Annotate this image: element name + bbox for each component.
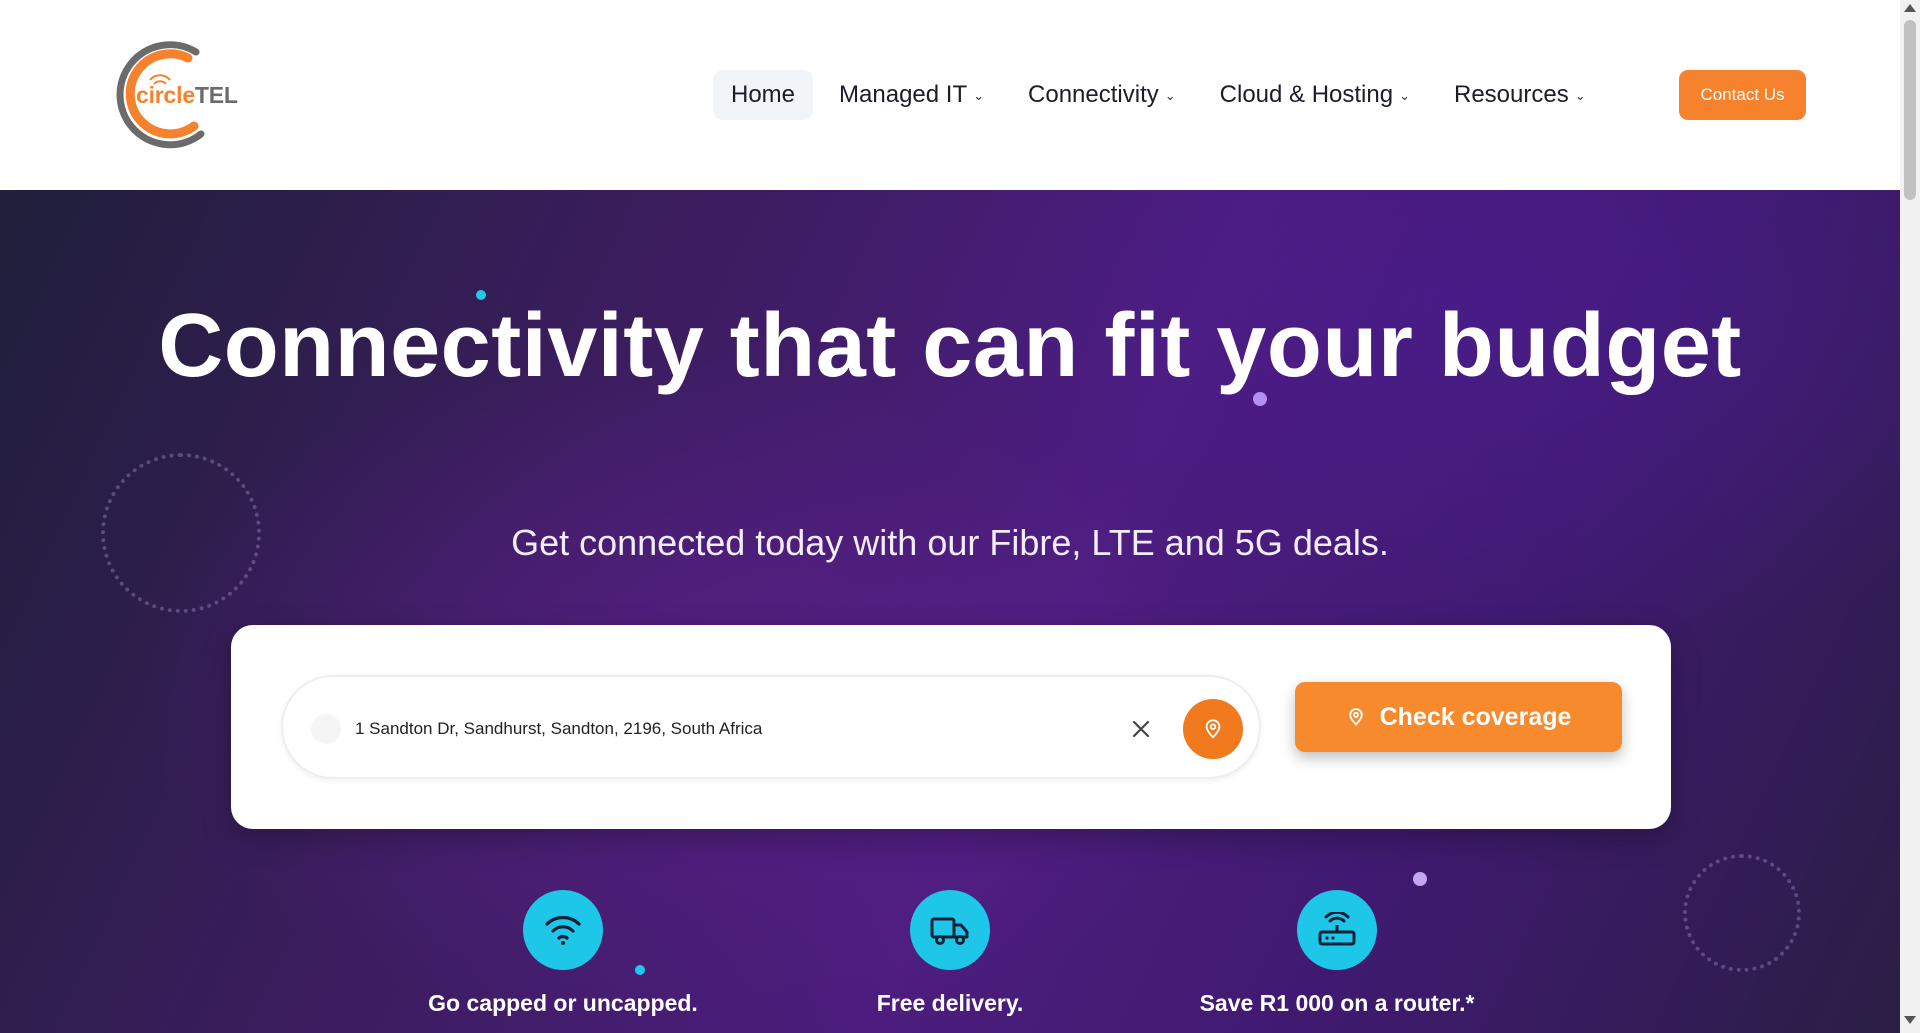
map-pin-icon [1348, 708, 1363, 726]
truck-icon [930, 917, 969, 945]
router-icon [1318, 912, 1356, 946]
page: circleTEL Home Managed IT ⌄ Connectivity… [0, 0, 1920, 1033]
logo-wordmark: circleTEL [136, 82, 238, 108]
check-coverage-button[interactable]: Check coverage [1295, 682, 1622, 752]
decor-ring [1683, 854, 1801, 972]
close-icon [1132, 720, 1150, 738]
feature-router-saving: Save R1 000 on a router.* [1147, 890, 1527, 1017]
scroll-thumb[interactable] [1904, 20, 1916, 200]
feature-capped-uncapped: Go capped or uncapped. [373, 890, 753, 1017]
locate-me-button[interactable] [1183, 699, 1243, 759]
nav-item-home[interactable]: Home [713, 70, 814, 120]
chevron-down-icon: ⌄ [973, 88, 985, 103]
feature-label: Free delivery. [876, 990, 1024, 1016]
address-input[interactable] [355, 709, 1075, 749]
nav-item-label: Connectivity [1028, 81, 1159, 108]
feature-label: Go capped or uncapped. [428, 990, 698, 1016]
nav-item-label: Managed IT [839, 81, 968, 108]
hero-section: Connectivity that can fit your budget Ge… [0, 190, 1900, 1033]
feature-icon-circle [523, 890, 603, 970]
check-coverage-label: Check coverage [1379, 702, 1572, 731]
nav-item-connectivity[interactable]: Connectivity ⌄ [1010, 70, 1194, 120]
chevron-down-icon: ⌄ [1164, 88, 1176, 103]
wifi-icon [545, 916, 581, 945]
circletel-logo[interactable]: circleTEL [96, 34, 246, 152]
decor-dot [1413, 872, 1427, 886]
feature-icon-circle [910, 890, 990, 970]
main-nav: Home Managed IT ⌄ Connectivity ⌄ Cloud &… [713, 70, 1604, 120]
hero-title: Connectivity that can fit your budget [158, 296, 1742, 396]
page-scrollbar[interactable] [1900, 0, 1920, 1033]
address-search-field [281, 675, 1261, 779]
scroll-down-arrow-icon[interactable] [1904, 1016, 1916, 1024]
feature-icon-circle [1297, 890, 1377, 970]
address-lead-icon [311, 714, 341, 744]
clear-address-button[interactable] [1121, 709, 1161, 749]
nav-item-cloud-hosting[interactable]: Cloud & Hosting ⌄ [1202, 70, 1428, 120]
contact-us-button[interactable]: Contact Us [1679, 70, 1806, 120]
nav-item-label: Home [731, 81, 796, 108]
hero-subtitle: Get connected today with our Fibre, LTE … [511, 522, 1389, 563]
feature-free-delivery: Free delivery. [760, 890, 1140, 1017]
nav-item-label: Resources [1454, 81, 1569, 108]
chevron-down-icon: ⌄ [1399, 88, 1410, 103]
coverage-search-card: Check coverage [231, 625, 1671, 829]
map-pin-icon [1205, 719, 1221, 739]
chevron-down-icon: ⌄ [1574, 88, 1586, 103]
feature-label: Save R1 000 on a router.* [1199, 990, 1475, 1016]
nav-item-label: Cloud & Hosting [1219, 81, 1394, 108]
scroll-up-arrow-icon[interactable] [1904, 4, 1916, 12]
nav-item-resources[interactable]: Resources ⌄ [1436, 70, 1604, 120]
site-header: circleTEL Home Managed IT ⌄ Connectivity… [0, 0, 1900, 190]
nav-item-managed-it[interactable]: Managed IT ⌄ [821, 70, 1002, 120]
